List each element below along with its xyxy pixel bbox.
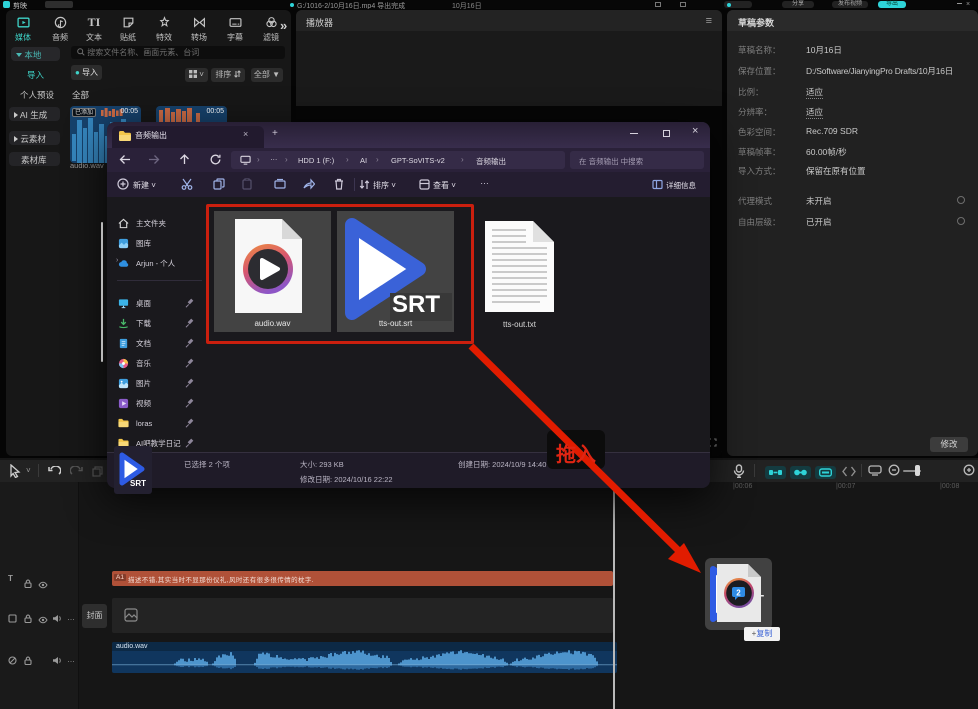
- svg-text:2: 2: [736, 589, 741, 598]
